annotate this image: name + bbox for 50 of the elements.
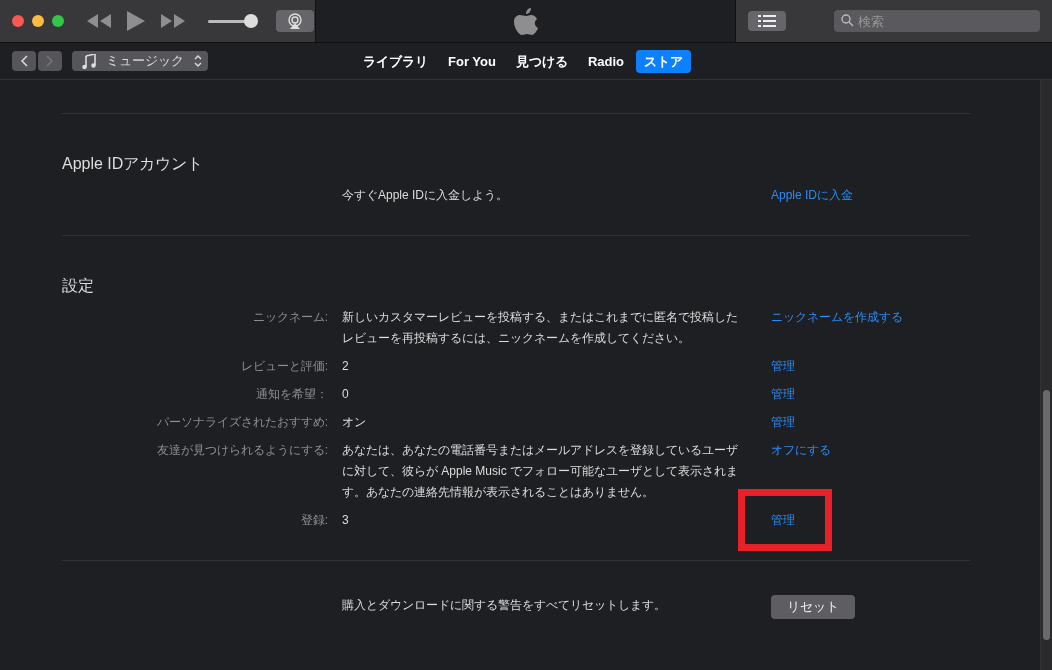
rewind-icon[interactable]: [86, 13, 112, 29]
minimize-icon[interactable]: [32, 15, 44, 27]
nav-tab[interactable]: ライブラリ: [355, 50, 436, 73]
media-picker[interactable]: ミュージック: [72, 51, 208, 71]
list-icon: [758, 15, 776, 27]
action-link[interactable]: 管理: [771, 387, 795, 401]
scrollbar-thumb[interactable]: [1043, 390, 1050, 640]
setting-label: レビューと評価:: [240, 359, 328, 373]
airplay-button[interactable]: [276, 10, 314, 32]
section-title: 設定: [62, 276, 95, 296]
nav-tab[interactable]: Radio: [579, 50, 633, 73]
nav-tab[interactable]: ストア: [636, 50, 692, 73]
chevron-left-icon: [20, 55, 28, 67]
setting-value: オン: [342, 414, 367, 431]
reset-button[interactable]: リセット: [771, 595, 855, 619]
section-title: Apple IDアカウント: [62, 154, 205, 174]
setting-label: ニックネーム:: [252, 310, 328, 324]
setting-value: 購入とダウンロードに関する警告をすべてリセットします。: [342, 597, 667, 614]
setting-value: あなたは、あなたの電話番号またはメールアドレスを登録しているユーザに対して、彼らが Apple Music でフォロー可能なユーザとして表示されます。あなたの連絡先情報が表示されることはありません。: [342, 442, 740, 501]
search-icon: [841, 14, 854, 27]
action-link[interactable]: 管理: [771, 359, 795, 373]
nav-tab[interactable]: 見つける: [507, 50, 576, 73]
setting-label: パーソナライズされたおすすめ:: [156, 415, 328, 429]
apple-logo-icon: [512, 6, 539, 36]
airplay-icon: [286, 13, 304, 29]
setting-value: 新しいカスタマーレビューを投稿する、またはこれまでに匿名で投稿したレビューを再投稿するには、ニックネームを作成してください。: [342, 309, 739, 347]
setting-value: 今すぐApple IDに入金しよう。: [342, 187, 510, 204]
action-link[interactable]: 管理: [771, 513, 795, 527]
fast-forward-icon[interactable]: [160, 13, 186, 29]
list-view-button[interactable]: [748, 11, 786, 31]
action-link[interactable]: ニックネームを作成する: [771, 310, 903, 324]
music-note-icon: [82, 53, 96, 69]
setting-value: 3: [342, 512, 350, 529]
action-link[interactable]: オフにする: [771, 443, 831, 457]
action-link[interactable]: Apple IDに入金: [771, 188, 854, 202]
nav-tab[interactable]: For You: [440, 50, 504, 73]
play-icon[interactable]: [126, 10, 146, 32]
zoom-icon[interactable]: [52, 15, 64, 27]
up-down-chevron-icon: [194, 55, 202, 67]
setting-label: 登録:: [300, 513, 328, 527]
back-button[interactable]: [12, 51, 36, 71]
setting-label: 通知を希望：: [256, 387, 328, 401]
chevron-right-icon: [46, 55, 54, 67]
setting-label: 友達が見つけられるようにする:: [156, 443, 328, 457]
action-link[interactable]: 管理: [771, 415, 795, 429]
search-field[interactable]: 検索: [834, 10, 1040, 32]
setting-value: 0: [342, 386, 350, 403]
volume-slider[interactable]: [208, 14, 258, 28]
setting-value: 2: [342, 358, 350, 375]
close-icon[interactable]: [12, 15, 24, 27]
